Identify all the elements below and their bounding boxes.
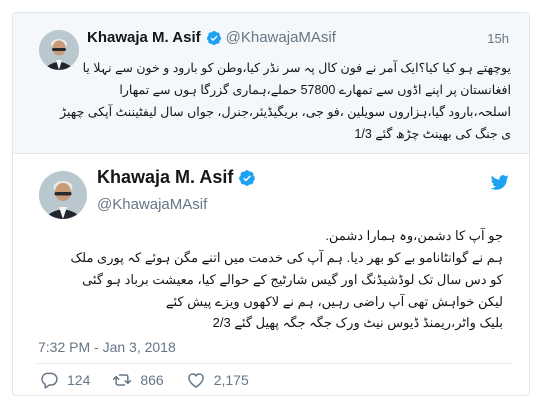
tweet-text-line: ی جنگ کی بھینٹ چڑھ گئے 1/3 bbox=[354, 127, 511, 141]
verified-badge-icon bbox=[206, 30, 221, 45]
parent-author[interactable]: Khawaja M. Asif @KhawajaMAsif bbox=[87, 29, 336, 46]
tweet-text-line: جو آپ کا دشمن،وہ ہمارا دشمن. bbox=[325, 228, 503, 243]
tweet-datetime[interactable]: 7:32 PM - Jan 3, 2018 bbox=[38, 339, 176, 355]
parent-tweet[interactable]: Khawaja M. Asif @KhawajaMAsif 15h یوچھتے… bbox=[13, 13, 529, 154]
verified-badge-icon bbox=[239, 169, 256, 186]
action-bar: 124 866 2,175 bbox=[39, 370, 271, 390]
tweet-text-line: افغانستان پر اپنے اڈوں سے تمھارے 57800 ح… bbox=[119, 83, 511, 97]
timestamp-link[interactable]: 15h bbox=[487, 31, 509, 46]
retweet-icon bbox=[113, 374, 132, 386]
reply-count: 124 bbox=[67, 372, 91, 388]
tweet-card: Khawaja M. Asif @KhawajaMAsif 15h یوچھتے… bbox=[12, 12, 530, 396]
tweet-text-line: اسلحہ،بارود گیا،ہزاروں سویلین ،فو جی، بر… bbox=[60, 105, 511, 119]
display-name[interactable]: Khawaja M. Asif bbox=[97, 167, 233, 188]
tweet-text-line: کو دس سال تک لوڈشیڈنگ اور گیس شارٹیج کے … bbox=[82, 272, 503, 287]
tweet-text-line: ہم نے گوانٹانامو بے کو بھر دیا. ہم آپ کی… bbox=[70, 250, 503, 265]
retweet-button[interactable]: 866 bbox=[112, 370, 164, 390]
reply-button[interactable]: 124 bbox=[39, 370, 90, 390]
tweet-text-line: لیکن خواہش تھی آپ راضی رہیں، ہم نے لاکھو… bbox=[165, 294, 503, 309]
handle[interactable]: @KhawajaMAsif bbox=[226, 29, 336, 46]
tweet-text-line: بلیک واٹر،ریمنڈ ڈیوس نیٹ ورک جگہ جگہ پھی… bbox=[212, 315, 503, 330]
main-author[interactable]: Khawaja M. Asif bbox=[97, 167, 260, 188]
like-count: 2,175 bbox=[213, 372, 249, 388]
handle[interactable]: @KhawajaMAsif bbox=[97, 196, 207, 213]
avatar[interactable] bbox=[39, 171, 87, 219]
reply-icon bbox=[41, 372, 58, 389]
display-name[interactable]: Khawaja M. Asif bbox=[87, 29, 201, 46]
retweet-count: 866 bbox=[140, 372, 164, 388]
tweet-text-line: یوچھتے ہو کیا کیا؟ایک آمر نے فون کال پہ … bbox=[82, 61, 511, 75]
heart-icon bbox=[187, 373, 204, 388]
twitter-bird-icon[interactable] bbox=[491, 175, 509, 190]
divider bbox=[37, 363, 511, 364]
like-button[interactable]: 2,175 bbox=[186, 370, 249, 390]
